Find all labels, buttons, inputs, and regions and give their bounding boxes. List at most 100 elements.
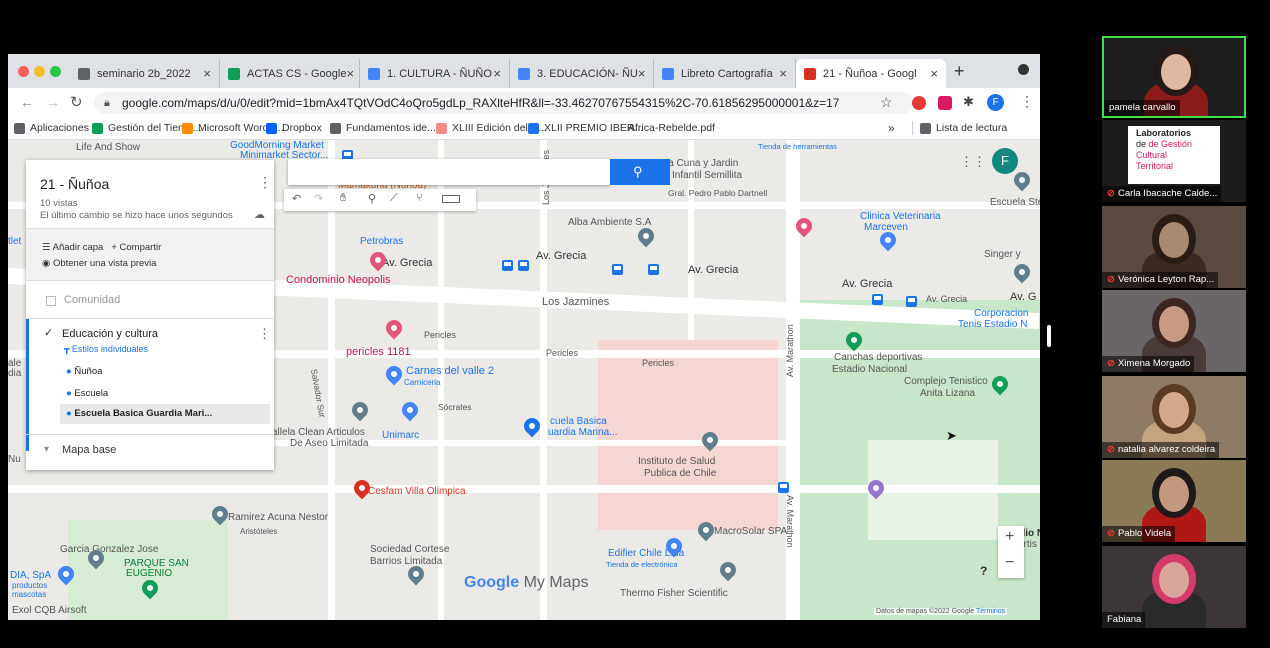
- map-pin[interactable]: [634, 224, 658, 248]
- hand-icon[interactable]: ✋︎: [340, 192, 346, 205]
- tab-search-icon[interactable]: [1018, 64, 1029, 75]
- map-pin[interactable]: [398, 398, 422, 422]
- participant-tile[interactable]: pamela carvallo: [1102, 36, 1246, 118]
- layer-name-comunidad[interactable]: Comunidad: [64, 294, 120, 306]
- layer-options-icon[interactable]: ⋮: [258, 326, 271, 342]
- layer-item-selected[interactable]: ●︎ Escuela Basica Guardia Mari...: [66, 408, 212, 419]
- layer-item[interactable]: ●︎ Escuela: [66, 388, 108, 399]
- zoom-in-button[interactable]: +: [1005, 528, 1014, 546]
- layer-item[interactable]: ●︎ Ñuñoa: [66, 366, 102, 377]
- tab-3[interactable]: 1. CULTURA - ÑUÑO ×: [360, 59, 510, 88]
- map-label: uardia Marina...: [548, 427, 618, 438]
- bus-stop-icon[interactable]: [778, 482, 789, 493]
- participant-tile[interactable]: ⊘ natalia alvarez coldeira: [1102, 376, 1246, 458]
- close-tab-icon[interactable]: ×: [203, 66, 219, 81]
- road-los-jazmines: [540, 140, 547, 620]
- layer-checkbox-educacion[interactable]: ✓: [44, 326, 53, 339]
- map-pin[interactable]: [716, 558, 740, 582]
- close-window-icon[interactable]: [18, 66, 29, 77]
- resize-handle[interactable]: [1047, 325, 1051, 347]
- reload-icon[interactable]: ↻: [70, 93, 83, 111]
- participant-tile[interactable]: ⊘ Pablo Videla: [1102, 460, 1246, 542]
- tab-2[interactable]: ACTAS CS - Google ×: [220, 59, 360, 88]
- tab-1[interactable]: seminario 2b_2022 ×: [70, 59, 220, 88]
- close-tab-icon[interactable]: ×: [930, 66, 946, 81]
- maximize-window-icon[interactable]: [50, 66, 61, 77]
- bus-stop-icon[interactable]: [648, 264, 659, 275]
- map-pin[interactable]: [1010, 260, 1034, 284]
- layer-name-educacion[interactable]: Educación y cultura: [62, 328, 158, 340]
- tab-6[interactable]: 21 - Ñuñoa - Googl ×: [796, 59, 946, 88]
- base-map-label[interactable]: Mapa base: [62, 444, 116, 456]
- map-search-button[interactable]: ⚲: [610, 159, 670, 185]
- account-avatar[interactable]: F: [992, 148, 1018, 174]
- bookmark-star-icon[interactable]: ☆: [880, 94, 893, 111]
- participant-tile[interactable]: ⊘ Ximena Morgado: [1102, 290, 1246, 372]
- close-tab-icon[interactable]: ×: [346, 66, 359, 81]
- close-tab-icon[interactable]: ×: [638, 66, 653, 81]
- bookmark-item[interactable]: Africa-Rebelde.pdf: [628, 122, 715, 134]
- map-canvas[interactable]: Life And Show GoodMorning Market Minimar…: [8, 140, 1040, 620]
- puzzle-icon[interactable]: ✱: [963, 94, 974, 110]
- apps-grid-icon[interactable]: ⋮⋮: [960, 154, 986, 170]
- bus-stop-icon[interactable]: [906, 296, 917, 307]
- health-area: [598, 340, 778, 530]
- tab-4[interactable]: 3. EDUCACIÓN- ÑU ×: [510, 59, 654, 88]
- logo-accent: de Gestión: [1148, 139, 1193, 149]
- styles-link[interactable]: ┳ Estilos individuales: [64, 344, 148, 355]
- map-options-icon[interactable]: ⋮: [258, 174, 272, 191]
- map-label: Exol CQB Airsoft: [12, 605, 87, 616]
- bookmark-item[interactable]: Aplicaciones: [14, 122, 89, 134]
- map-pin[interactable]: [382, 362, 406, 386]
- browser-menu-icon[interactable]: ⋮: [1020, 93, 1034, 110]
- bus-stop-icon[interactable]: [872, 294, 883, 305]
- close-tab-icon[interactable]: ×: [493, 66, 509, 81]
- new-tab-icon[interactable]: +: [954, 61, 965, 82]
- help-button[interactable]: ?: [980, 564, 987, 578]
- ruler-icon[interactable]: [442, 195, 460, 203]
- back-icon[interactable]: ←: [20, 94, 34, 110]
- map-search-input[interactable]: [288, 159, 610, 185]
- participant-tile[interactable]: Laboratorios de de Gestión Cultural Territo…: [1102, 120, 1246, 202]
- map-pin[interactable]: [348, 398, 372, 422]
- terms-link[interactable]: Términos: [976, 608, 1005, 615]
- marker-icon[interactable]: ⚲: [368, 192, 376, 205]
- minimize-window-icon[interactable]: [34, 66, 45, 77]
- map-label: MacroSolar SPA: [714, 526, 788, 537]
- map-label: Av. Grecia: [842, 278, 893, 290]
- undo-icon[interactable]: ↶: [292, 192, 301, 205]
- url-field[interactable]: 🔒︎ google.com/maps/d/u/0/edit?mid=1bmAx4…: [94, 92, 914, 114]
- reading-list[interactable]: Lista de lectura: [920, 122, 1007, 134]
- bookmark-item[interactable]: Dropbox: [266, 122, 322, 134]
- participant-tile[interactable]: Fabiana: [1102, 546, 1246, 628]
- map-title[interactable]: 21 - Ñuñoa: [26, 176, 274, 192]
- add-layer-button[interactable]: ☰ Añadir capa: [42, 242, 103, 253]
- directions-icon[interactable]: ⑂: [416, 192, 423, 204]
- muted-mic-icon: ⊘: [1107, 188, 1115, 199]
- preview-label: Obtener una vista previa: [52, 258, 157, 269]
- bookmark-item[interactable]: XLII PREMIO IBER...: [528, 122, 643, 134]
- share-button[interactable]: + Compartir: [111, 242, 161, 253]
- line-icon[interactable]: ⟋: [390, 192, 398, 205]
- profile-avatar[interactable]: F: [987, 94, 1004, 111]
- bus-stop-icon[interactable]: [502, 260, 513, 271]
- bookmarks-more[interactable]: »: [888, 121, 895, 135]
- tab-5[interactable]: Libreto Cartografía ×: [654, 59, 796, 88]
- redo-icon[interactable]: ↷: [314, 192, 323, 205]
- bookmark-item[interactable]: Fundamentos ide...: [330, 122, 436, 134]
- extension-icon[interactable]: [938, 96, 952, 110]
- layer-checkbox-comunidad[interactable]: [46, 296, 56, 306]
- participant-tile[interactable]: ⊘ Verónica Leyton Rap...: [1102, 206, 1246, 288]
- base-map-toggle-icon[interactable]: ▾: [44, 444, 49, 455]
- bus-stop-icon[interactable]: [612, 264, 623, 275]
- map-pin[interactable]: [382, 316, 406, 340]
- map-pin[interactable]: [1010, 168, 1034, 192]
- layer-actions-row: ☰ Añadir capa + Compartir: [42, 242, 161, 253]
- preview-button[interactable]: ◉ Obtener una vista previa: [42, 258, 156, 269]
- adblock-icon[interactable]: [912, 96, 926, 110]
- close-tab-icon[interactable]: ×: [779, 66, 795, 81]
- map-label: Corporacion: [974, 308, 1029, 319]
- zoom-out-button[interactable]: −: [1005, 554, 1014, 572]
- bus-stop-icon[interactable]: [518, 260, 529, 271]
- forward-icon[interactable]: →: [46, 94, 60, 110]
